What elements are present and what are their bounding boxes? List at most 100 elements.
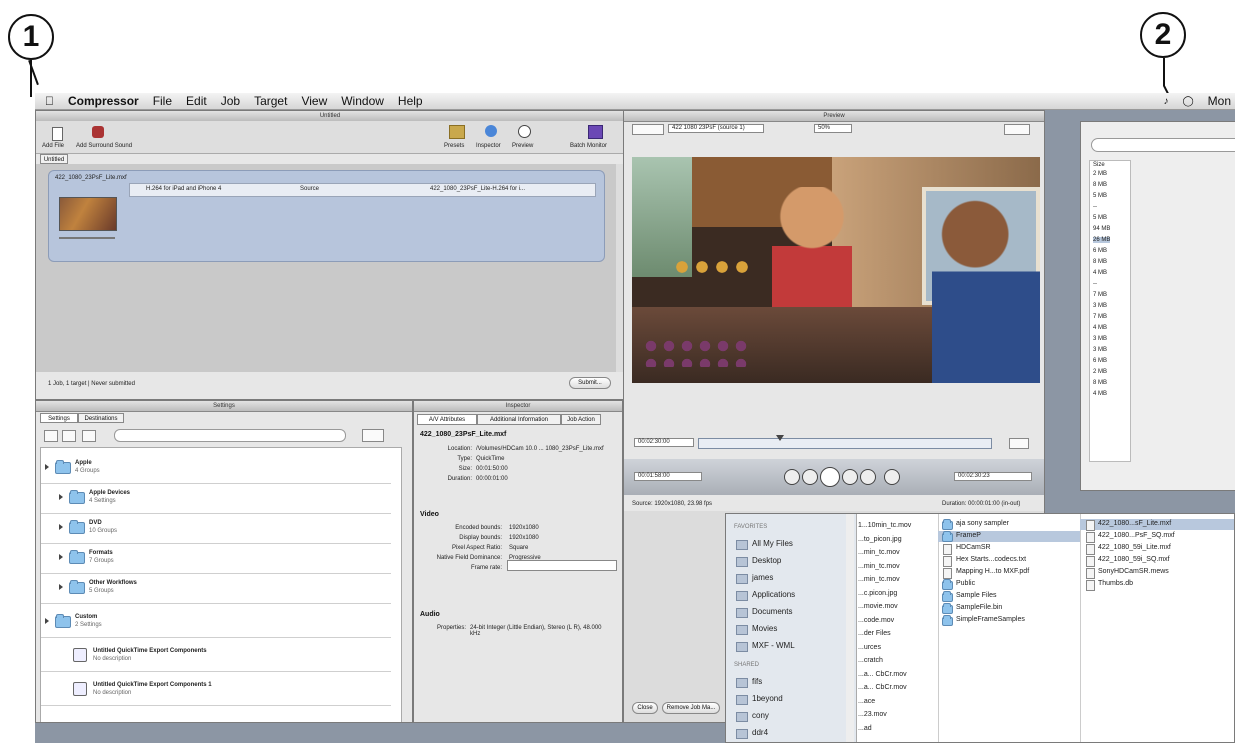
format-popup[interactable]: 422 1080 23PsF (source 1) [668,124,764,133]
tab-av-attributes[interactable]: A/V Attributes [417,414,477,425]
finder-file[interactable]: ...der Files [858,630,891,637]
submit-button[interactable]: Submit... [569,377,611,389]
job-thumbnail-slider[interactable] [59,237,115,239]
disclosure-triangle-icon[interactable] [45,618,49,624]
settings-row-name[interactable]: DVD [89,520,102,526]
finder-file[interactable]: ...a... CbCr.mov [858,684,907,691]
finder-favorite[interactable]: james [752,573,773,582]
disclosure-triangle-icon[interactable] [59,524,63,530]
finder-file-item[interactable]: 422_1080_59i_Lite.mxf [1098,544,1171,551]
finder-file[interactable]: ...to_picon.jpg [858,536,902,543]
finder-folder-item[interactable]: Hex Starts...codecs.txt [956,556,1026,563]
job-thumbnail[interactable] [59,197,117,231]
settings-row-name[interactable]: Apple Devices [89,490,130,496]
settings-row[interactable]: DVD 10 Groups [41,514,401,544]
preview-icon[interactable] [518,125,531,138]
finder-file-item[interactable]: 422_1080...PsF_SQ.mxf [1098,532,1175,539]
finder-file-item[interactable]: Thumbs.db [1098,580,1133,587]
finder-shared[interactable]: fifs [752,677,762,686]
disclosure-triangle-icon[interactable] [45,464,49,470]
finder-folder-item[interactable]: SimpleFrameSamples [956,616,1025,623]
tab-destinations[interactable]: Destinations [78,413,124,423]
target-setting[interactable]: H.264 for iPad and iPhone 4 [146,186,221,192]
finder-file[interactable]: ...min_tc.mov [858,549,900,556]
menu-file[interactable]: File [153,94,172,108]
preview-nav-buttons[interactable] [632,124,664,135]
field-dominance-popup[interactable] [507,560,617,571]
settings-row-name[interactable]: Apple [75,460,92,466]
menu-clock[interactable]: Mon [1208,94,1231,108]
timeline-end-button[interactable] [1009,438,1029,449]
finder-file[interactable]: ...23.mov [858,711,887,718]
go-to-end-icon[interactable] [860,469,876,485]
finder-shared[interactable]: ddr4 [752,728,768,737]
batch-monitor-icon[interactable] [588,125,603,139]
finder-file[interactable]: ...ad [858,725,872,732]
finder-file[interactable]: 1...10min_tc.mov [858,522,911,529]
finder-file-item[interactable]: 422_1080...sF_Lite.mxf [1098,520,1171,527]
settings-action-popup[interactable] [362,429,384,442]
batch-monitor-button[interactable]: Batch Monitor [570,143,607,149]
inspector-icon[interactable] [485,125,497,137]
settings-row[interactable]: Apple Devices 4 Settings [41,484,401,514]
presets-icon[interactable] [449,125,465,139]
target-row[interactable]: H.264 for iPad and iPhone 4 Source 422_1… [129,183,596,197]
finder-file[interactable]: ...c.picon.jpg [858,590,897,597]
finder-scrollbar[interactable] [846,514,854,742]
wifi-icon[interactable]: ◯ [1182,96,1193,107]
settings-row[interactable]: Other Workflows 5 Groups [41,574,401,604]
settings-row-name[interactable]: Custom [75,614,97,620]
settings-row[interactable]: Untitled QuickTime Export Components No d… [41,642,401,672]
finder-favorite[interactable]: Desktop [752,556,781,565]
volume-icon[interactable]: ♪ [1163,96,1168,107]
menu-job[interactable]: Job [221,94,240,108]
apple-menu-icon[interactable]:  [45,94,54,108]
current-time-field[interactable]: 00:01:58:00 [634,472,702,481]
presets-button[interactable]: Presets [444,143,464,149]
step-forward-icon[interactable] [842,469,858,485]
disclosure-triangle-icon[interactable] [59,584,63,590]
finder-file[interactable]: ...min_tc.mov [858,563,900,570]
bg-search-field[interactable] [1091,138,1235,152]
playhead-marker[interactable] [776,435,784,441]
job-container[interactable]: 422_1080_23PsF_Lite.mxf H.264 for iPad a… [48,170,605,262]
finder-file[interactable]: ...min_tc.mov [858,576,900,583]
finder-folder-item[interactable]: HDCamSR [956,544,991,551]
menu-edit[interactable]: Edit [186,94,207,108]
settings-row-name[interactable]: Untitled QuickTime Export Components [93,648,207,654]
go-to-start-icon[interactable] [784,469,800,485]
inspector-button[interactable]: Inspector [476,143,501,149]
split-view-buttons[interactable] [1004,124,1030,135]
disclosure-triangle-icon[interactable] [59,554,63,560]
finder-folder-item[interactable]: Sample Files [956,592,996,599]
finder-file-item[interactable]: SonyHDCamSR.mews [1098,568,1169,575]
timeline-in-field[interactable]: 00:02:30:00 [634,438,694,447]
tab-additional-information[interactable]: Additional Information [477,414,561,425]
add-surround-sound-button[interactable]: Add Surround Sound [76,143,132,149]
step-back-icon[interactable] [802,469,818,485]
settings-row-name[interactable]: Other Workflows [89,580,137,586]
play-icon[interactable] [820,467,840,487]
finder-file[interactable]: ...a... CbCr.mov [858,671,907,678]
batch-tab-untitled[interactable]: Untitled [40,154,68,164]
finder-file[interactable]: ...urces [858,644,881,651]
settings-row[interactable]: Custom 2 Settings [41,608,401,638]
close-button[interactable]: Close [632,702,658,714]
loop-icon[interactable] [884,469,900,485]
finder-file[interactable]: ...movie.mov [858,603,898,610]
tab-settings[interactable]: Settings [40,413,78,423]
menu-view[interactable]: View [301,94,327,108]
settings-row[interactable]: Untitled QuickTime Export Components 1 No… [41,676,401,706]
finder-folder-item[interactable]: aja sony sampler [956,520,1009,527]
zoom-popup[interactable]: 50% [814,124,852,133]
finder-favorite[interactable]: All My Files [752,539,793,548]
finder-folder-item[interactable]: SampleFile.bin [956,604,1002,611]
finder-file[interactable]: ...ace [858,698,875,705]
finder-favorite[interactable]: Documents [752,607,792,616]
add-setting-icon[interactable] [44,430,58,442]
finder-folder-item[interactable]: FrameP [956,532,981,539]
add-file-icon[interactable] [52,127,63,141]
settings-row-name[interactable]: Untitled QuickTime Export Components 1 [93,682,212,688]
finder-favorite[interactable]: Applications [752,590,795,599]
finder-file[interactable]: ...cratch [858,657,883,664]
